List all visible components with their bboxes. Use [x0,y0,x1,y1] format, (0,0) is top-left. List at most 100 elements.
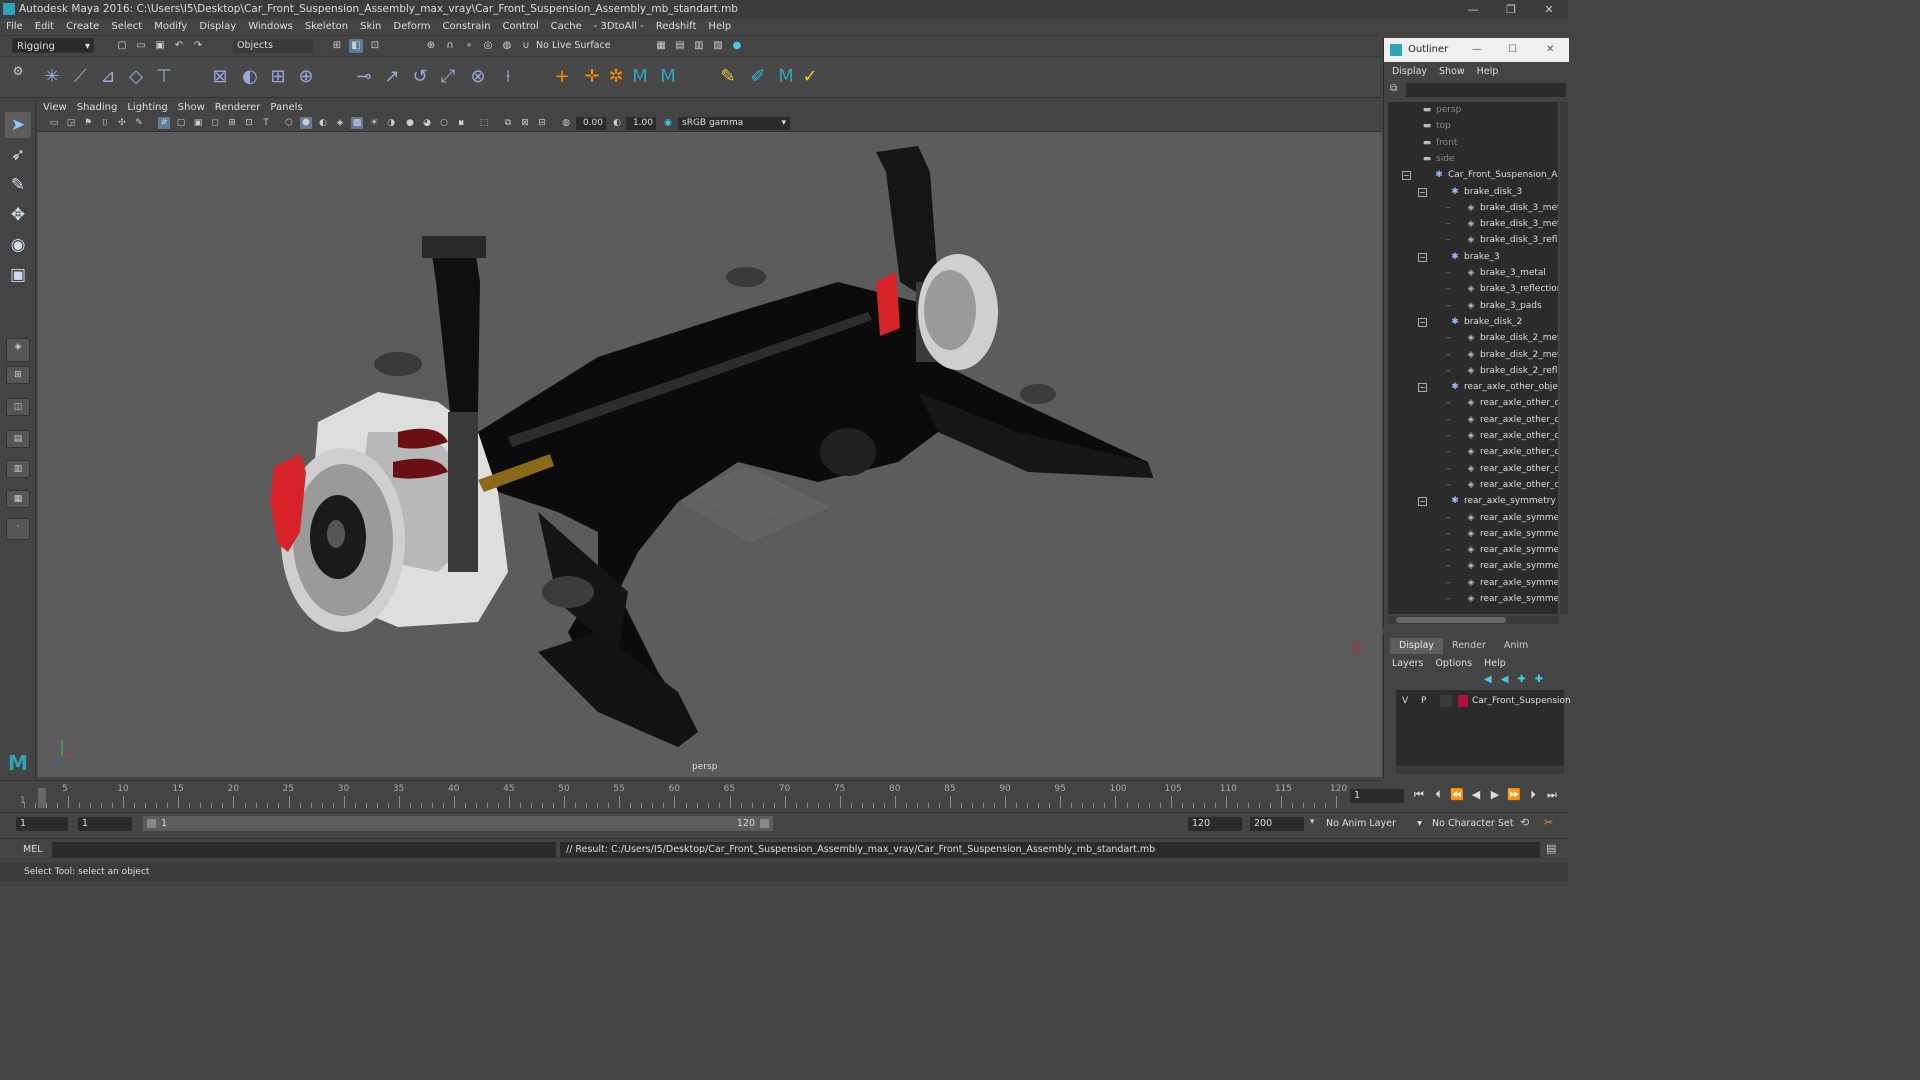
image-plane-icon[interactable]: ⌷ [99,117,111,129]
minimize-button[interactable]: — [1456,0,1490,19]
joint-tool-icon[interactable]: ✳ [40,65,64,89]
four-pane-layout-icon[interactable]: ⊞ [6,366,30,384]
outliner-item[interactable]: – ◈ rear_axle_symmetry_ [1388,542,1558,558]
outliner-item[interactable]: − ✱ brake_disk_3 [1388,184,1558,200]
outliner-item[interactable]: – ◈ brake_disk_3_metal_ [1388,216,1558,232]
outliner-vertical-scrollbar[interactable] [1560,102,1568,614]
animation-start-field[interactable]: 1 [16,817,68,831]
outliner-horizontal-scrollbar[interactable] [1388,616,1558,624]
outliner-menu-display[interactable]: Display [1384,64,1431,80]
make-live-icon[interactable]: ∪ [519,39,533,53]
multisample-aa-icon[interactable]: ○ [438,117,450,129]
outliner-minimize-icon[interactable]: — [1472,38,1482,62]
shadows-icon[interactable]: ◑ [385,117,397,129]
outliner-search-input[interactable] [1406,83,1566,97]
exposure-icon[interactable]: ◍ [560,117,572,129]
menu-windows[interactable]: Windows [242,19,299,35]
mirror-joint-icon[interactable]: ◇ [124,65,148,89]
two-d-pan-icon[interactable]: ✣ [116,117,128,129]
two-pane-layout-icon[interactable]: ◫ [6,398,30,416]
depth-of-field-icon[interactable]: ▪ [455,117,467,129]
film-gate-icon[interactable]: ▢ [175,117,187,129]
outliner-item[interactable]: – ◈ rear_axle_symmetry_ [1388,575,1558,591]
orient-joint-icon[interactable]: ⊤ [152,65,176,89]
chevron-down-icon[interactable]: ▾ [1310,817,1315,827]
tab-render[interactable]: Render [1443,638,1495,654]
viewport-menu-lighting[interactable]: Lighting [122,100,172,115]
wireframe-on-shaded-icon[interactable]: ◈ [334,117,346,129]
viewport-menu-view[interactable]: View [38,100,72,115]
ik-spline-icon[interactable]: ⊿ [96,65,120,89]
maya-shelf-icon[interactable]: M [774,65,798,89]
viewport-menu-renderer[interactable]: Renderer [210,100,266,115]
menu-control[interactable]: Control [496,19,544,35]
animation-end-field[interactable]: 200 [1250,817,1304,831]
viewport-persp[interactable]: persp [38,132,1382,777]
step-back-frame-icon[interactable]: ⏴ [1431,788,1445,802]
layer-visibility-toggle[interactable]: V [1402,693,1408,709]
collapse-toggle[interactable]: − [1418,497,1427,507]
character-set-dropdown[interactable]: No Character Set [1432,817,1518,831]
go-to-end-icon[interactable]: ⏭ [1545,788,1559,802]
move-tool-icon[interactable]: ✥ [5,202,31,228]
live-surface-label[interactable]: No Live Surface [536,39,611,53]
outliner-layout-icon[interactable]: ▤ [6,430,30,448]
gamma-field[interactable]: 1.00 [626,117,656,130]
playback-end-field[interactable]: 120 [1188,817,1242,831]
wireframe-icon[interactable]: ⬡ [283,117,295,129]
play-forwards-icon[interactable]: ▶ [1488,788,1502,802]
safe-title-icon[interactable]: T [260,117,272,129]
selection-mode-dropdown[interactable]: Objects [233,39,313,53]
outliner-item[interactable]: – ◈ rear_axle_other_obje [1388,444,1558,460]
outliner-item[interactable]: – ◈ rear_axle_symmetry_ [1388,526,1558,542]
outliner-item[interactable]: – ◈ brake_3_reflection [1388,281,1558,297]
menu-file[interactable]: File [0,19,29,35]
viewport-menu-shading[interactable]: Shading [72,100,123,115]
point-constraint-icon[interactable]: ⊸ [352,65,376,89]
skin-brush-icon[interactable]: ✐ [746,65,770,89]
outliner-item[interactable]: – ◈ brake_disk_2_reflecti [1388,363,1558,379]
layer-horizontal-scrollbar[interactable] [1396,766,1564,774]
outliner-item[interactable]: – ◈ brake_disk_3_reflecti [1388,232,1558,248]
snap-point-icon[interactable]: ∘ [462,39,476,53]
step-forward-frame-icon[interactable]: ⏵ [1526,788,1540,802]
layer-color-swatch[interactable] [1458,695,1468,707]
script-editor-icon[interactable]: ▤ [1546,842,1560,858]
pole-vector-icon[interactable]: ⟊ [496,65,520,89]
outliner-item[interactable]: – ◈ rear_axle_other_obje [1388,412,1558,428]
bind-skin-icon[interactable]: ⊠ [208,65,232,89]
snap-view-plane-icon[interactable]: ◎ [481,39,495,53]
outliner-item[interactable]: – ◈ brake_disk_3_metal_ [1388,200,1558,216]
grease-pencil-icon[interactable]: ✎ [133,117,145,129]
outliner-item[interactable]: − ✱ brake_disk_2 [1388,314,1558,330]
rig-marker-icon[interactable]: ✲ [604,65,628,89]
layer-menu-options[interactable]: Options [1435,657,1472,671]
menu-cache[interactable]: Cache [545,19,588,35]
layer-menu-layers[interactable]: Layers [1392,657,1423,671]
hypershade-icon[interactable]: ● [730,39,744,53]
ipr-render-icon[interactable]: ▥ [692,39,706,53]
collapse-toggle[interactable]: − [1418,252,1427,262]
outliner-close-icon[interactable]: ✕ [1546,38,1554,62]
outliner-item[interactable]: – ◈ rear_axle_other_obje [1388,428,1558,444]
outliner-item[interactable]: – ◈ rear_axle_symmetry_ [1388,591,1558,607]
menu-skeleton[interactable]: Skeleton [299,19,354,35]
hik-character-icon[interactable]: M [628,65,652,89]
layout-menu-icon[interactable]: · [6,518,30,540]
view-transform-dropdown[interactable]: sRGB gamma ▾ [678,117,790,130]
collapse-toggle[interactable]: − [1418,383,1427,393]
ik-handle-icon[interactable]: ⟋ [68,65,92,89]
outliner-item[interactable]: – ◈ brake_disk_2_metal_ [1388,330,1558,346]
parent-constraint-icon[interactable]: ⊗ [466,65,490,89]
outliner-item[interactable]: – ◈ rear_axle_other_obje [1388,477,1558,493]
hik-skeleton-icon[interactable]: M [656,65,680,89]
paint-select-icon[interactable]: ✎ [5,172,31,198]
range-handle-left[interactable] [147,819,156,828]
color-management-icon[interactable]: ◉ [662,117,674,129]
tab-anim[interactable]: Anim [1495,638,1537,654]
outliner-item[interactable]: − ✱ brake_3 [1388,249,1558,265]
graph-layout-icon[interactable]: ▥ [6,460,30,478]
outliner-menu-show[interactable]: Show [1431,64,1469,80]
anim-layer-dropdown[interactable]: No Anim Layer ▾ [1326,817,1426,831]
render-frame-icon[interactable]: ▤ [673,39,687,53]
